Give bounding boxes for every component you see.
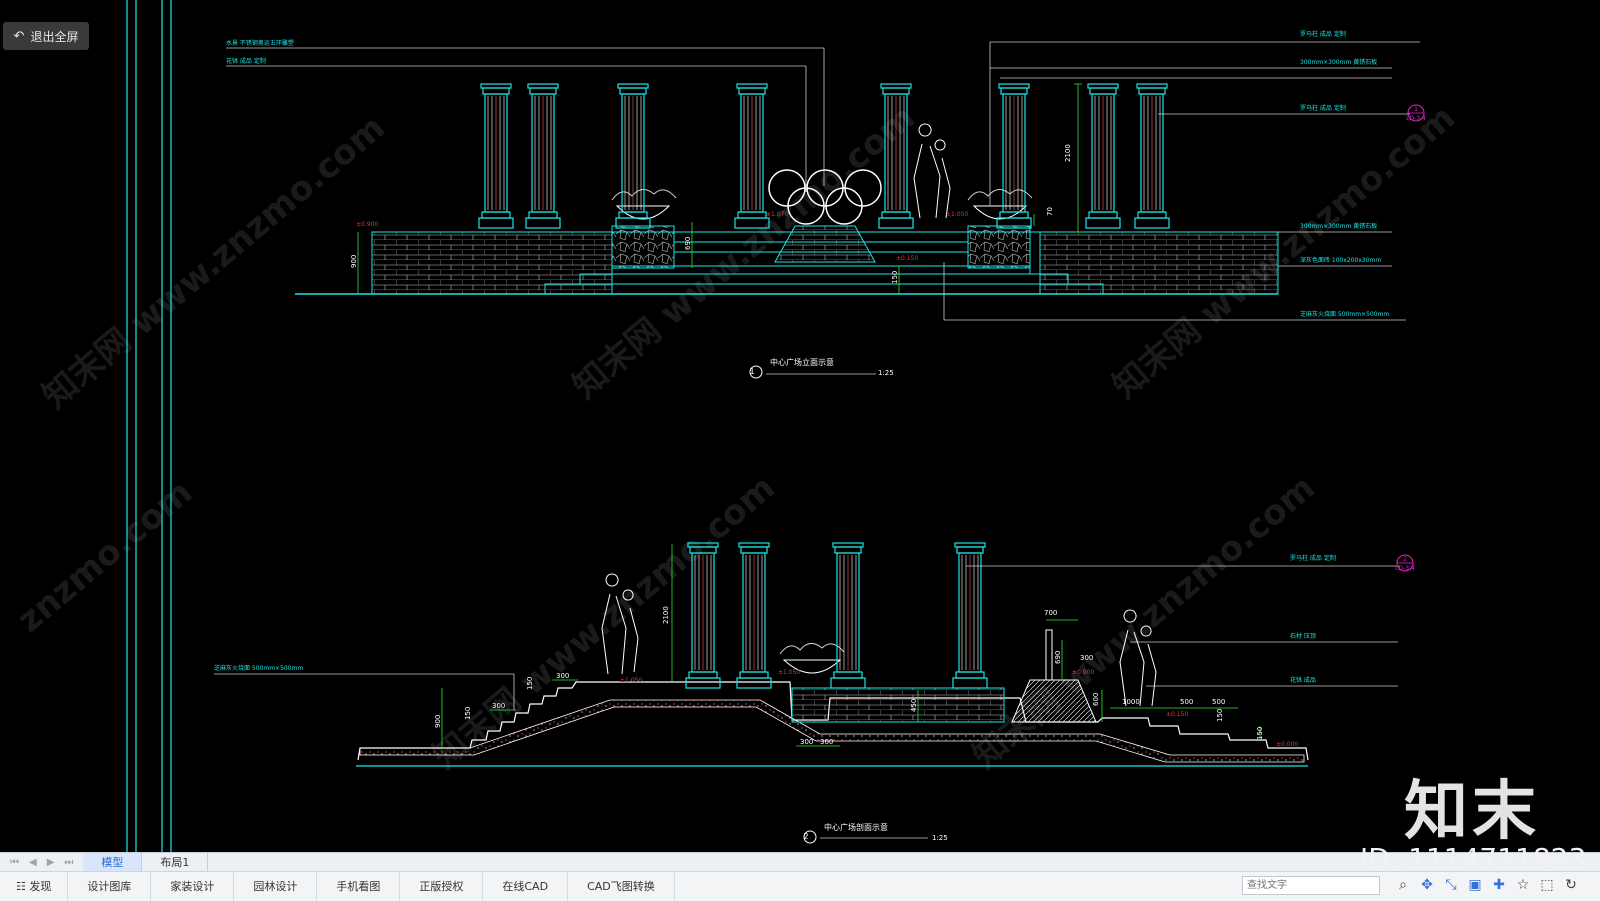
elev-top-left: ±0.900: [356, 221, 378, 228]
note-top-5: 300mm×300mm 黄锈石板: [1300, 222, 1377, 230]
dim-150-bot-a: 150: [526, 677, 534, 690]
note-top-0: 水景 不锈钢奥运五环雕塑: [226, 39, 294, 47]
top-elevation: [295, 83, 1279, 295]
note-bot-0: 罗马柱 成品 定制: [1290, 554, 1336, 562]
dim-150-top: 150: [891, 271, 899, 284]
brand-id: ID: 1114711823: [1360, 842, 1587, 875]
prev-tab-icon[interactable]: ◀: [29, 857, 37, 868]
dim-150-bot-b: 150: [464, 707, 472, 720]
dim-70-top: 70: [1046, 207, 1054, 216]
dim-150-bot-d: 150: [1256, 727, 1264, 740]
elev-bot-b: ±1.050: [778, 669, 800, 676]
elev-top-mid: ±1.070: [766, 211, 788, 218]
exit-fullscreen-button[interactable]: ↶ 退出全屏: [3, 22, 89, 50]
dim-300-b: 300: [492, 702, 505, 710]
dim-300-c: 300: [1080, 654, 1093, 662]
tool-discover[interactable]: ☷ 发现: [0, 872, 69, 901]
cad-canvas[interactable]: 知末网 www.znzmo.com 知末网 www.znzmo.com 知末网 …: [0, 0, 1600, 852]
cad-drawing: 1 中心广场立面示意 1:25 2 中心广场剖面示意 1:25 水景 不锈钢奥运…: [126, 0, 1426, 852]
crosshair-icon[interactable]: ✚: [1491, 876, 1507, 894]
star-icon[interactable]: ☆: [1515, 876, 1531, 894]
zoom-window-icon[interactable]: ▣: [1467, 876, 1483, 894]
bottom-title-number: 2: [803, 832, 808, 841]
callout-bottom-sub: LD-3.4: [1395, 565, 1415, 572]
first-tab-icon[interactable]: ⏮: [10, 857, 19, 868]
dim-2100-bot: 2100: [662, 606, 670, 624]
dim-300-a: 300: [556, 672, 569, 680]
pan-icon[interactable]: ✥: [1419, 876, 1435, 894]
note-top-7: 芝麻灰火烧面 500mm×500mm: [1300, 310, 1389, 318]
dim-500-b: 500: [1212, 698, 1225, 706]
tool-online-cad[interactable]: 在线CAD: [483, 872, 569, 901]
dimension-lines: [357, 83, 1261, 748]
dim-690-top: 690: [684, 237, 692, 250]
elev-bot-c: ±0.900: [1072, 669, 1094, 676]
bottom-scale: 1:25: [932, 834, 948, 842]
exit-fullscreen-label: 退出全屏: [30, 29, 79, 44]
dim-2100-top: 2100: [1064, 144, 1072, 162]
last-tab-icon[interactable]: ⏭: [64, 857, 73, 868]
note-top-4: 罗马柱 成品 定制: [1300, 104, 1346, 112]
note-bot-1: 芝麻灰火烧面 500mm×500mm: [214, 664, 303, 672]
dim-690-bot: 690: [1054, 651, 1062, 664]
dim-700: 700: [1044, 609, 1057, 617]
dim-600-bot: 600: [1092, 693, 1100, 706]
view-tools: ⌕ ✥ ⤡ ▣ ✚ ☆ ⬚ ↻: [1395, 876, 1579, 894]
dim-1000: 1000: [1122, 698, 1140, 706]
search-icon[interactable]: ⌕: [1395, 876, 1411, 894]
tool-license[interactable]: 正版授权: [400, 872, 484, 901]
dim-900-bot: 900: [434, 715, 442, 728]
top-title-number: 1: [749, 367, 754, 376]
next-tab-icon[interactable]: ▶: [47, 857, 55, 868]
zoom-extents-icon[interactable]: ⤡: [1443, 876, 1459, 894]
note-top-1: 花钵 成品 定制: [226, 57, 266, 65]
tool-home-design[interactable]: 家装设计: [151, 872, 235, 901]
tool-mobile-view[interactable]: 手机看图: [317, 872, 401, 901]
note-bot-2: 石材 压顶: [1290, 632, 1316, 640]
dim-300-d: 300: [800, 738, 813, 746]
elev-bot-e: ±0.150: [1166, 711, 1188, 718]
elev-top-low: ±0.150: [896, 255, 918, 262]
dim-150-bot-c: 150: [1216, 709, 1224, 722]
frame-lines: [126, 0, 172, 852]
dim-450: 450: [910, 699, 918, 712]
tab-model[interactable]: 模型: [83, 853, 143, 872]
note-top-2: 罗马柱 成品 定制: [1300, 30, 1346, 38]
grid-icon: ☷: [16, 880, 26, 893]
back-arrow-icon: ↶: [13, 28, 25, 44]
tool-cad-convert[interactable]: CAD飞图转换: [568, 872, 675, 901]
3d-view-icon[interactable]: ⬚: [1539, 876, 1555, 894]
callout-top-sub: LD-3.4: [1406, 115, 1426, 122]
tool-garden-design[interactable]: 园林设计: [234, 872, 318, 901]
rotate-icon[interactable]: ↻: [1563, 876, 1579, 894]
note-top-3: 300mm×300mm 黄锈石板: [1300, 58, 1377, 66]
brand-logo: 知末: [1404, 775, 1540, 849]
elev-bot-a: ±1.050: [620, 677, 642, 684]
note-bot-3: 花钵 成品: [1290, 676, 1316, 684]
dim-900-top: 900: [350, 255, 358, 268]
search-text-input[interactable]: [1242, 876, 1380, 895]
callout-bottom-number: 2: [1403, 556, 1407, 563]
elev-top-right: ±1.050: [946, 211, 968, 218]
elev-bot-d: ±0.000: [1276, 741, 1298, 748]
top-title: 中心广场立面示意: [770, 357, 834, 367]
tool-design-library[interactable]: 设计图库: [68, 872, 152, 901]
tab-nav-arrows: ⏮ ◀ ▶ ⏭: [0, 857, 83, 868]
note-top-6: 深灰色面砖 100x200x30mm: [1300, 256, 1381, 264]
dim-300-e: 300: [820, 738, 833, 746]
callout-top-number: 1: [1414, 106, 1418, 113]
dim-500-a: 500: [1180, 698, 1193, 706]
tab-layout1[interactable]: 布局1: [142, 853, 209, 872]
top-scale: 1:25: [878, 369, 894, 377]
bottom-title: 中心广场剖面示意: [824, 822, 888, 832]
bottom-section: [356, 542, 1309, 767]
